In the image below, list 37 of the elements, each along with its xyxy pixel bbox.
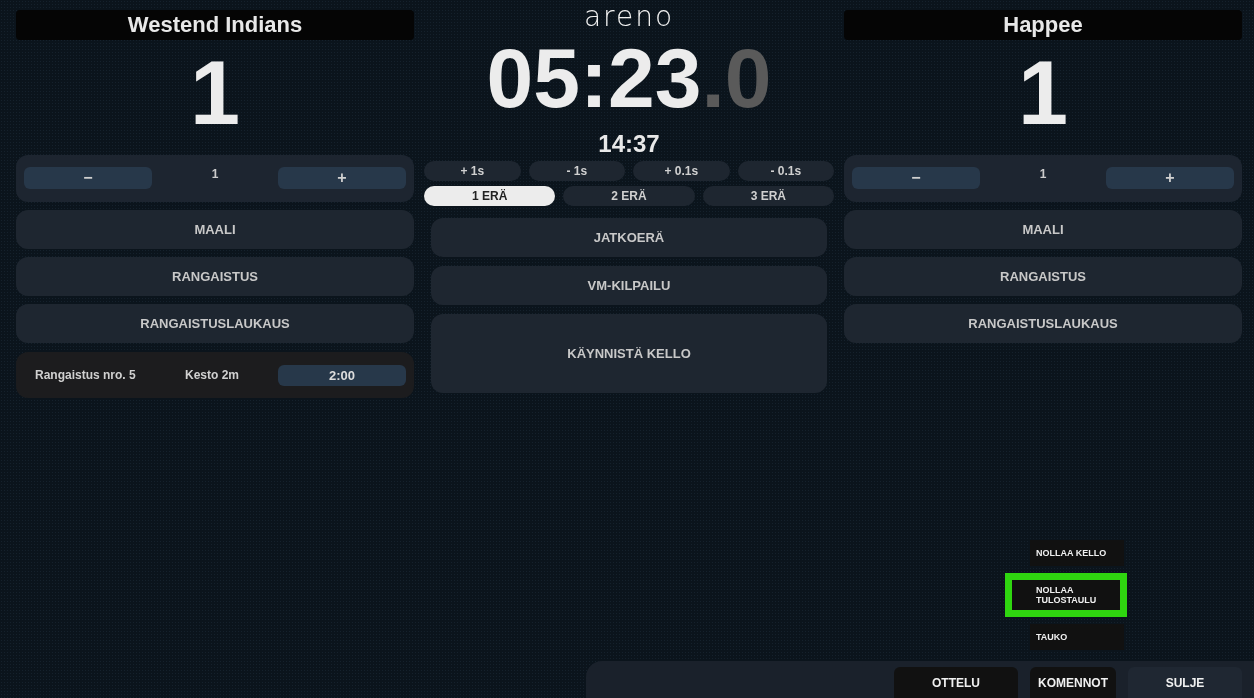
action-button[interactable]: RANGAISTUS [844, 257, 1242, 296]
period-tab[interactable]: 2 ERÄ [563, 186, 695, 206]
counter-value: 1 [210, 167, 220, 181]
action-button[interactable]: RANGAISTUS [16, 257, 414, 296]
time-adjust-button[interactable]: - 1s [528, 161, 625, 181]
team-score: 1 [188, 48, 242, 144]
counter-value: 1 [1038, 167, 1048, 181]
period-tab[interactable]: 3 ERÄ [702, 186, 834, 206]
action-button[interactable]: VM-KILPAILU [431, 266, 827, 305]
time-of-day: 14:37 [424, 131, 834, 161]
time-adjust-button[interactable]: + 1s [424, 161, 521, 181]
game-clock: 05:23.0 [485, 36, 773, 127]
increment-button[interactable]: + [278, 167, 406, 189]
penalty-duration: Kesto 2m [185, 368, 241, 382]
menu-item[interactable]: NOLLAA KELLO [1030, 540, 1124, 566]
team-score: 1 [1016, 48, 1070, 144]
bottom-button[interactable]: KOMENNOT [1030, 667, 1116, 698]
penalty-title: Rangaistus nro. 5 [35, 368, 137, 382]
menu-item[interactable]: TAUKO [1030, 624, 1124, 650]
logo: areno [582, 0, 676, 35]
team-name: Happee [844, 10, 1242, 40]
team-name: Westend Indians [16, 10, 414, 40]
decrement-button[interactable]: − [852, 167, 980, 189]
action-button[interactable]: KÄYNNISTÄ KELLO [431, 314, 827, 393]
increment-button[interactable]: + [1106, 167, 1234, 189]
action-button[interactable]: MAALI [844, 210, 1242, 249]
action-button[interactable]: JATKOERÄ [431, 218, 827, 257]
period-tab[interactable]: 1 ERÄ [424, 186, 556, 206]
bottom-button[interactable]: OTTELU [894, 667, 1018, 698]
bottom-button[interactable]: SULJE [1128, 667, 1242, 698]
penalty-time-field[interactable]: 2:00 [278, 364, 406, 386]
action-button[interactable]: MAALI [16, 210, 414, 249]
action-button[interactable]: RANGAISTUSLAUKAUS [844, 304, 1242, 343]
time-adjust-button[interactable]: - 0.1s [737, 161, 834, 181]
action-button[interactable]: RANGAISTUSLAUKAUS [16, 304, 414, 343]
time-adjust-button[interactable]: + 0.1s [633, 161, 730, 181]
decrement-button[interactable]: − [24, 167, 152, 189]
